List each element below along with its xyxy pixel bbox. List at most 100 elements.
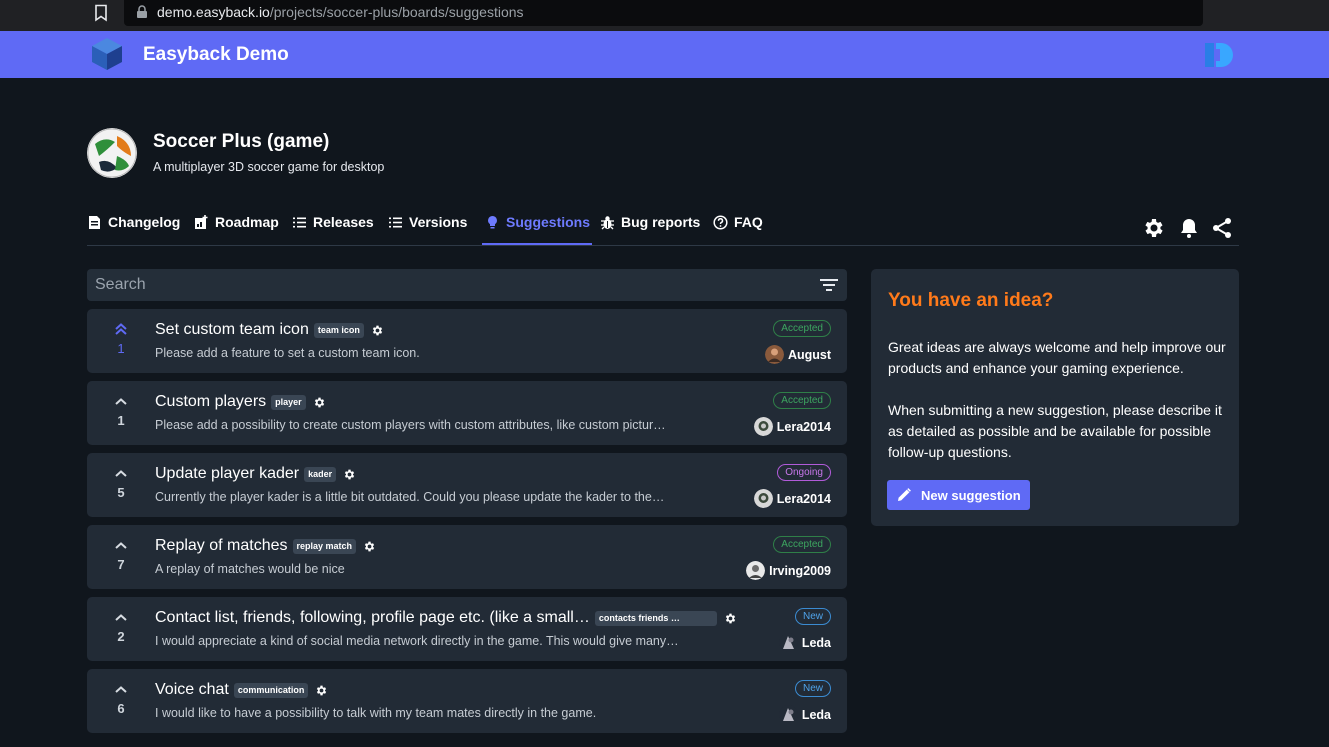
gear-icon[interactable] xyxy=(315,684,328,697)
chevron-up-icon xyxy=(115,686,127,693)
brand-logo-icon[interactable] xyxy=(89,36,125,72)
status-badge: New xyxy=(794,608,831,625)
author-name: Leda xyxy=(801,635,831,650)
author[interactable]: Irving2009 xyxy=(746,561,831,580)
tab-bug-reports[interactable]: Bug reports xyxy=(600,205,700,245)
roadmap-icon xyxy=(195,215,208,229)
author[interactable]: Lera2014 xyxy=(753,417,831,436)
avatar xyxy=(778,633,798,652)
suggestion-description: Please add a feature to set a custom tea… xyxy=(155,346,420,360)
author[interactable]: Leda xyxy=(778,633,831,652)
app-header: Easyback Demo xyxy=(0,31,1329,78)
search-input[interactable] xyxy=(87,269,807,301)
upvote-button[interactable]: 5 xyxy=(105,463,137,509)
settings-gear-icon[interactable] xyxy=(1142,216,1166,240)
upvote-button[interactable]: 6 xyxy=(105,679,137,725)
suggestion-description: I would appreciate a kind of social medi… xyxy=(155,634,679,648)
bookmark-icon[interactable] xyxy=(93,4,109,22)
tab-label: Versions xyxy=(409,214,468,230)
author-name: Lera2014 xyxy=(776,419,831,434)
user-avatar-icon[interactable] xyxy=(1203,40,1235,70)
gear-icon[interactable] xyxy=(371,324,384,337)
suggestion-title[interactable]: Contact list, friends, following, profil… xyxy=(155,609,590,627)
tab-label: Roadmap xyxy=(215,214,279,230)
upvote-button[interactable]: 1 xyxy=(105,319,137,365)
author[interactable]: August xyxy=(764,345,831,364)
avatar xyxy=(764,345,784,364)
card-title-row: Voice chat communication xyxy=(155,681,328,699)
gear-icon[interactable] xyxy=(343,468,356,481)
url-field[interactable]: demo.easyback.io/projects/soccer-plus/bo… xyxy=(124,0,1203,26)
suggestion-title[interactable]: Custom players xyxy=(155,393,266,411)
avatar xyxy=(753,489,773,508)
tabs-divider xyxy=(87,245,1239,246)
suggestion-title[interactable]: Set custom team icon xyxy=(155,321,309,339)
lightbulb-icon xyxy=(488,216,497,229)
suggestion-description: Please add a possibility to create custo… xyxy=(155,418,666,432)
bug-icon xyxy=(601,216,614,230)
chevron-up-icon xyxy=(115,470,127,477)
tab-suggestions[interactable]: Suggestions xyxy=(482,205,593,245)
suggestion-title[interactable]: Voice chat xyxy=(155,681,229,699)
suggestion-card[interactable]: 1 Custom players player Please add a pos… xyxy=(87,381,847,445)
document-icon xyxy=(89,216,100,229)
tab-label: Changelog xyxy=(108,214,181,230)
tab-label: Releases xyxy=(313,214,374,230)
tag-badge: kader xyxy=(304,466,337,482)
suggestion-card[interactable]: 2 Contact list, friends, following, prof… xyxy=(87,597,847,661)
tab-label: FAQ xyxy=(734,214,763,230)
suggestion-card[interactable]: 1 Set custom team icon team icon Please … xyxy=(87,309,847,373)
new-suggestion-button[interactable]: New suggestion xyxy=(887,480,1030,510)
tab-versions[interactable]: Versions xyxy=(388,205,467,245)
chevron-up-icon xyxy=(115,614,127,621)
search-bar xyxy=(87,269,847,301)
card-title-row: Custom players player xyxy=(155,393,326,411)
project-subtitle: A multiplayer 3D soccer game for desktop xyxy=(153,160,385,174)
tag-badge: contacts friends … xyxy=(594,610,717,626)
upvote-button[interactable]: 2 xyxy=(105,607,137,653)
brand-name[interactable]: Easyback Demo xyxy=(143,44,289,66)
vote-count: 7 xyxy=(117,557,125,572)
tag-badge: communication xyxy=(233,682,309,698)
gear-icon[interactable] xyxy=(724,612,737,625)
project-title: Soccer Plus (game) xyxy=(153,131,330,152)
tab-changelog[interactable]: Changelog xyxy=(87,205,180,245)
browser-address-bar: demo.easyback.io/projects/soccer-plus/bo… xyxy=(0,0,1329,31)
card-title-row: Replay of matches replay match xyxy=(155,537,376,555)
upvote-button[interactable]: 7 xyxy=(105,535,137,581)
status-badge: Accepted xyxy=(773,320,831,337)
author[interactable]: Leda xyxy=(778,705,831,724)
tab-roadmap[interactable]: Roadmap xyxy=(194,205,279,245)
avatar xyxy=(746,561,766,580)
author-name: Irving2009 xyxy=(769,563,831,578)
filter-icon[interactable] xyxy=(818,277,840,293)
gear-icon[interactable] xyxy=(363,540,376,553)
tag-badge: team icon xyxy=(313,322,364,338)
tab-faq[interactable]: FAQ xyxy=(713,205,763,245)
vote-count: 5 xyxy=(117,485,125,500)
card-title-row: Contact list, friends, following, profil… xyxy=(155,609,737,627)
suggestion-card[interactable]: 7 Replay of matches replay match A repla… xyxy=(87,525,847,589)
vote-count: 2 xyxy=(117,629,125,644)
suggestion-card[interactable]: 6 Voice chat communication I would like … xyxy=(87,669,847,733)
avatar xyxy=(778,705,798,724)
tab-label: Bug reports xyxy=(621,214,701,230)
suggestion-title[interactable]: Update player kader xyxy=(155,465,299,483)
tab-releases[interactable]: Releases xyxy=(292,205,374,245)
suggestion-card[interactable]: 5 Update player kader kader Currently th… xyxy=(87,453,847,517)
author-name: August xyxy=(787,347,831,362)
card-title-row: Update player kader kader xyxy=(155,465,356,483)
gear-icon[interactable] xyxy=(313,396,326,409)
idea-panel: You have an idea? Great ideas are always… xyxy=(871,269,1239,526)
share-icon[interactable] xyxy=(1210,216,1234,240)
status-badge: Ongoing xyxy=(777,464,831,481)
suggestion-title[interactable]: Replay of matches xyxy=(155,537,288,555)
suggestion-description: Currently the player kader is a little b… xyxy=(155,490,665,504)
notification-bell-icon[interactable] xyxy=(1177,216,1201,240)
tag-badge: replay match xyxy=(292,538,357,554)
vote-count: 1 xyxy=(117,413,125,428)
author-name: Lera2014 xyxy=(776,491,831,506)
tab-label: Suggestions xyxy=(506,214,591,230)
author[interactable]: Lera2014 xyxy=(753,489,831,508)
upvote-button[interactable]: 1 xyxy=(105,391,137,437)
